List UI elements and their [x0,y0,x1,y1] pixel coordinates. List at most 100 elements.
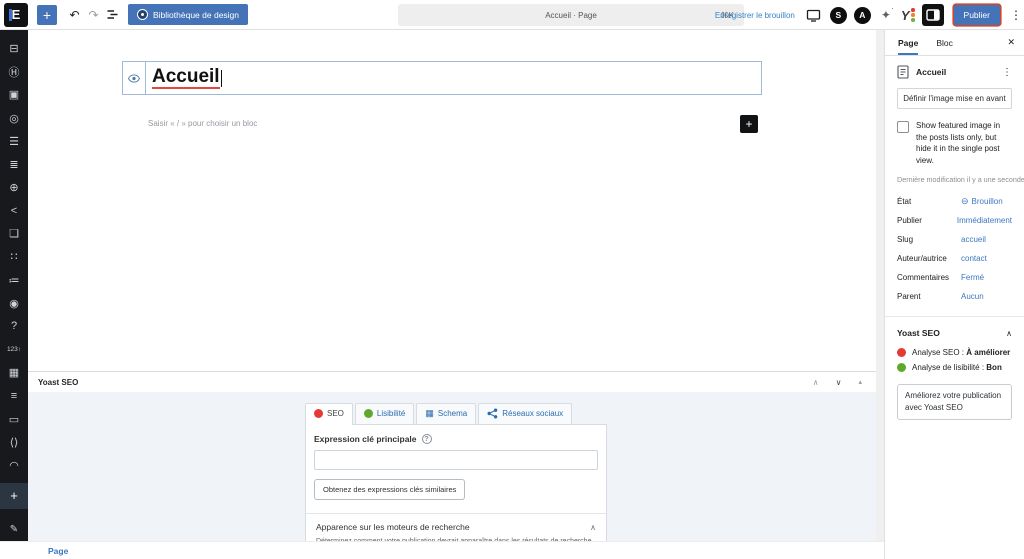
save-draft-button[interactable]: Enregistrer le brouillon [715,11,795,20]
chevron-up-icon[interactable]: ∧ [590,523,596,532]
tab-seo[interactable]: SEO [305,403,353,425]
row-author-label: Auteur/autrice [897,254,947,264]
list-icon[interactable]: ≡ [0,384,28,407]
sparkle-icon: ✦ [880,8,891,22]
camera-icon[interactable]: ◉ [0,292,28,315]
page-document-icon [897,65,909,79]
logo-letter: E [11,7,21,22]
globe-edit-icon[interactable]: ⊕ [0,176,28,199]
options-menu-button[interactable]: ⋮ [1010,8,1022,22]
s-plugin-badge-icon[interactable]: S [829,6,847,24]
seo-analysis-label: Analyse SEO : [912,348,965,358]
tab-shape-icon[interactable]: ◠ [0,454,28,477]
ordered-list-icon[interactable]: ≔ [0,269,28,292]
blocks-grid-icon[interactable]: ∷ [0,245,28,268]
layers-icon[interactable]: ☰ [0,130,28,153]
publish-button[interactable]: Publier [953,5,1000,25]
readability-score-dot-icon [363,409,373,418]
set-featured-image-button[interactable]: Définir l'image mise en avant [897,88,1012,109]
monitor-icon [806,9,821,22]
target-icon[interactable]: ◎ [0,106,28,129]
breadcrumb[interactable]: Page [48,546,68,556]
tab-block[interactable]: Bloc [936,30,953,55]
metabox-controls: ∧ ∨ ▴ [813,378,862,387]
block-appender-placeholder[interactable]: Saisir « / » pour choisir un bloc [148,119,257,128]
slug-value: accueil [961,235,986,245]
row-comments-label: Commentaires [897,273,950,283]
numbers-icon[interactable]: 123↑ [0,338,28,361]
share-icon[interactable]: < [0,199,28,222]
document-icon[interactable]: ≣ [0,153,28,176]
table-icon[interactable]: ▦ [0,361,28,384]
text-caret [220,69,222,87]
author-button[interactable]: contact [961,254,987,263]
related-keyphrases-button[interactable]: Obtenez des expressions clés similaires [314,479,466,500]
chevron-up-icon: ∧ [1006,328,1012,338]
post-title-input[interactable]: Accueil [146,62,222,94]
list-view-button[interactable] [103,4,122,26]
brackets-icon[interactable]: ⟨⟩ [0,431,28,454]
move-up-icon[interactable]: ∧ [813,378,819,387]
preview-button[interactable] [804,4,823,26]
undo-button[interactable]: ↶ [65,4,84,26]
post-title-text: Accueil [152,66,220,90]
yoast-metabox-title: Yoast SEO [38,377,79,387]
heading-block-icon[interactable]: Ⓗ [0,60,28,83]
row-publish-label: Publier [897,216,922,226]
post-actions-menu-icon[interactable]: ⋮ [1002,67,1012,78]
yoast-metabox-header[interactable]: Yoast SEO ∧ ∨ ▴ [28,371,876,392]
help-icon[interactable]: ? [421,434,432,444]
slug-button[interactable]: accueil [961,235,986,244]
pencil-icon[interactable]: ✎ [0,519,28,541]
dashboard-icon[interactable]: ⊟ [0,37,28,60]
document-switcher[interactable]: Accueil · Page ⌘K [398,4,744,26]
publish-date-button[interactable]: Immédiatement [957,216,1012,225]
site-logo[interactable]: E [4,2,28,27]
yoast-seo-toolbar-button[interactable]: Y [901,8,915,23]
canvas-scrollbar[interactable] [876,30,884,541]
bookmark-icon[interactable]: ❏ [0,222,28,245]
redo-button[interactable]: ↷ [84,4,103,26]
tab-schema-label: Schema [437,409,468,418]
help-icon[interactable]: ? [0,315,28,338]
search-appearance-header[interactable]: Apparence sur les moteurs de recherche [316,522,470,532]
parent-value: Aucun [961,292,984,302]
a-badge-letter: A [859,10,866,20]
wordpress-block-editor: E + ↶ ↷ Bibliothèque de design Accueil ·… [0,0,1024,559]
tab-reseaux-label: Réseaux sociaux [502,409,564,418]
featured-image-checkbox-label: Show featured image in the posts lists o… [916,121,1001,165]
keyphrase-input[interactable] [314,450,598,470]
rail-add-button[interactable]: + [0,482,28,509]
yoast-eye-marker[interactable] [123,62,146,94]
settings-panel-toggle[interactable] [921,4,944,26]
post-title-block[interactable]: Accueil [122,61,762,95]
collapse-icon[interactable]: ▴ [858,378,862,387]
close-icon[interactable]: ✕ [1007,37,1015,48]
comments-button[interactable]: Fermé [961,273,984,282]
list-view-icon [107,10,118,19]
a-plugin-badge-icon[interactable]: A [853,6,871,24]
ai-assistant-button[interactable]: ✦ [878,4,894,26]
yoast-improve-button[interactable]: Améliorez votre publication avec Yoast S… [897,384,1012,421]
block-inserter-button[interactable]: + [37,4,57,25]
yoast-sidebar-section-header[interactable]: Yoast SEO ∧ [897,328,1012,338]
parent-button[interactable]: Aucun [961,292,984,301]
comment-icon[interactable]: ▭ [0,408,28,431]
admin-menu-rail: ⊟ Ⓗ ▣ ◎ ☰ ≣ ⊕ < ❏ ∷ ≔ ◉ ? 123↑ ▦ ≡ ▭ ⟨⟩ … [0,30,28,541]
move-down-icon[interactable]: ∨ [836,378,842,387]
s-badge-letter: S [835,10,842,20]
featured-image-checkbox[interactable] [897,121,909,133]
design-library-button[interactable]: Bibliothèque de design [128,4,249,25]
editor-topbar: E + ↶ ↷ Bibliothèque de design Accueil ·… [0,0,1024,30]
seo-score-dot-icon [314,409,323,418]
tab-reseaux-sociaux[interactable]: Réseaux sociaux [478,403,573,424]
media-icon[interactable]: ▣ [0,83,28,106]
seo-analysis-row: Analyse SEO : À améliorer [897,348,1012,358]
add-block-button[interactable]: + [740,115,758,133]
tab-lisibilite[interactable]: Lisibilité [354,403,415,424]
status-value-button[interactable]: ⊖ Brouillon [961,196,1003,207]
tab-schema[interactable]: ▦ Schema [416,403,477,424]
comments-value: Fermé [961,273,985,283]
tab-page[interactable]: Page [898,30,919,55]
schema-grid-icon: ▦ [425,408,434,418]
